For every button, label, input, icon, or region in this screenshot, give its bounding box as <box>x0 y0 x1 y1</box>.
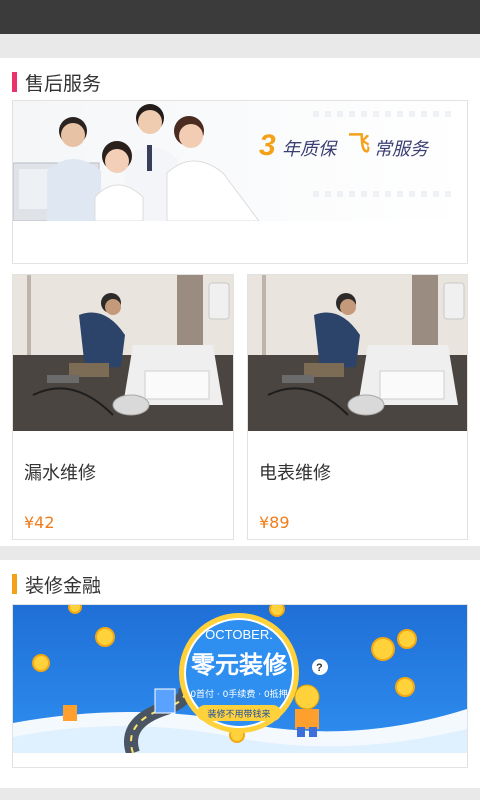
product-name: 电表维修 <box>259 463 331 484</box>
svg-text:0首付 · 0手续费 · 0抵押: 0首付 · 0手续费 · 0抵押 <box>190 688 287 700</box>
product-image <box>248 275 467 431</box>
finance-banner-image: OCTOBER. 零元装修 0首付 · 0手续费 · 0抵押 装修不用带钱来 ? <box>13 605 467 753</box>
svg-text:3: 3 <box>259 129 276 162</box>
warranty-banner-image: 3 年质保 飞 常服务 <box>13 101 467 221</box>
svg-text:装修不用带钱来: 装修不用带钱来 <box>207 708 270 720</box>
svg-text:常服务: 常服务 <box>374 139 430 160</box>
product-price: ¥42 <box>24 513 55 532</box>
product-card[interactable]: 电表维修 ¥89 <box>247 274 468 540</box>
after-sales-section: 售后服务 3 年质保 飞 常服务 漏水维修 ¥42 电表维修 ¥89 <box>0 58 480 546</box>
product-name: 漏水维修 <box>24 463 96 484</box>
svg-text:零元装修: 零元装修 <box>190 651 288 679</box>
svg-text:年质保: 年质保 <box>282 139 338 160</box>
section-marker <box>12 574 17 594</box>
finance-banner[interactable]: OCTOBER. 零元装修 0首付 · 0手续费 · 0抵押 装修不用带钱来 ? <box>12 604 468 768</box>
section-title: 装修金融 <box>25 574 102 597</box>
product-price: ¥89 <box>259 513 290 532</box>
product-image <box>13 275 233 431</box>
product-card[interactable]: 漏水维修 ¥42 <box>12 274 234 540</box>
svg-text:飞: 飞 <box>348 132 370 157</box>
svg-text:OCTOBER.: OCTOBER. <box>205 627 273 642</box>
finance-section: 装修金融 OCTOBER. 零元装修 0首付 · 0手续费 · 0抵押 装修不用… <box>0 560 480 788</box>
finance-header: 装修金融 <box>12 572 102 597</box>
after-sales-header: 售后服务 <box>12 70 102 95</box>
warranty-banner[interactable]: 3 年质保 飞 常服务 <box>12 100 468 264</box>
svg-text:?: ? <box>316 662 323 674</box>
section-marker <box>12 72 17 92</box>
section-title: 售后服务 <box>25 72 102 95</box>
status-bar <box>0 0 480 34</box>
